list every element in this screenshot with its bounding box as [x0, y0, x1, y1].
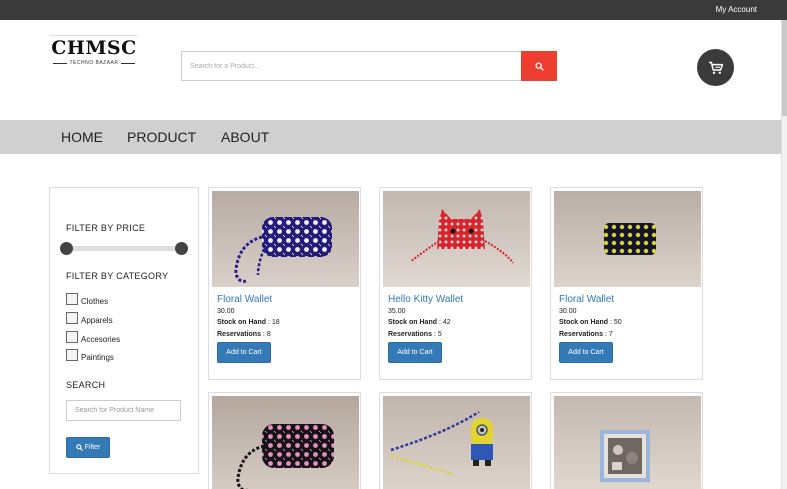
- search-heading: SEARCH: [66, 380, 106, 390]
- product-reservations: Reservations : 7: [559, 331, 613, 338]
- category-accesories-label: Accesories: [81, 335, 121, 344]
- product-image[interactable]: [554, 191, 701, 287]
- product-search-input[interactable]: [181, 51, 521, 81]
- category-clothes-label: Clothes: [81, 297, 109, 306]
- price-filter-heading: FILTER BY PRICE: [66, 223, 146, 233]
- reservations-label: Reservations: [559, 331, 603, 338]
- category-apparels-label: Apparels: [81, 316, 113, 325]
- product-stock: Stock on Hand : 18: [217, 319, 280, 326]
- product-image[interactable]: [383, 191, 530, 287]
- category-apparels-checkbox[interactable]: [66, 312, 78, 324]
- stock-value: 50: [613, 319, 622, 326]
- search-button[interactable]: [521, 51, 557, 81]
- logo-tagline: TECHNO BAZAAR: [69, 60, 119, 66]
- category-paintings-checkbox[interactable]: [66, 349, 78, 361]
- product-image[interactable]: [383, 396, 530, 489]
- product-title[interactable]: Hello Kitty Wallet: [388, 294, 463, 305]
- product-price: 30.00: [559, 308, 577, 315]
- reservations-label: Reservations: [388, 331, 432, 338]
- product-title[interactable]: Floral Wallet: [559, 294, 614, 305]
- nav-about[interactable]: ABOUT: [221, 129, 269, 145]
- price-slider[interactable]: [60, 242, 188, 255]
- nav-home[interactable]: HOME: [61, 129, 103, 145]
- scrollbar-thumb[interactable]: [782, 20, 787, 116]
- logo-tagline-row: TECHNO BAZAAR: [50, 60, 138, 66]
- header: CHMSC TECHNO BAZAAR: [0, 20, 781, 120]
- product-image[interactable]: [212, 191, 359, 287]
- product-stock: Stock on Hand : 50: [559, 319, 622, 326]
- product-reservations: Reservations : 8: [217, 331, 271, 338]
- stock-label: Stock on Hand: [217, 319, 267, 326]
- category-clothes[interactable]: Clothes: [66, 292, 108, 306]
- reservations-value: 5: [437, 331, 442, 338]
- price-slider-track: [66, 246, 188, 251]
- product-card: Floral Wallet 30.00 Stock on Hand : 50 R…: [550, 187, 703, 380]
- category-accesories-checkbox[interactable]: [66, 331, 78, 343]
- product-image[interactable]: [554, 396, 701, 489]
- product-stock: Stock on Hand : 42: [388, 319, 451, 326]
- product-price: 35.00: [388, 308, 406, 315]
- filter-button-label: Filter: [84, 444, 101, 451]
- filter-panel: FILTER BY PRICE FILTER BY CATEGORY Cloth…: [49, 187, 199, 474]
- reservations-value: 8: [266, 331, 271, 338]
- stock-label: Stock on Hand: [559, 319, 609, 326]
- product-search: [181, 51, 557, 81]
- product-reservations: Reservations : 5: [388, 331, 442, 338]
- add-to-cart-button[interactable]: Add to Cart: [217, 342, 271, 363]
- logo-line-right: [120, 62, 135, 64]
- nav-product[interactable]: PRODUCT: [127, 129, 196, 145]
- page: My Account CHMSC TECHNO BAZAAR Search fo…: [0, 0, 787, 489]
- reservations-label: Reservations: [217, 331, 261, 338]
- cart-icon: [708, 61, 723, 74]
- product-title[interactable]: Floral Wallet: [217, 294, 272, 305]
- category-filter-heading: FILTER BY CATEGORY: [66, 271, 169, 281]
- logo[interactable]: CHMSC TECHNO BAZAAR: [50, 35, 138, 85]
- add-to-cart-button[interactable]: Add to Cart: [559, 342, 613, 363]
- product-image[interactable]: [212, 396, 359, 489]
- cart-button[interactable]: [697, 49, 734, 86]
- category-clothes-checkbox[interactable]: [66, 293, 78, 305]
- product-price: 30.00: [217, 308, 235, 315]
- scrollbar[interactable]: [781, 20, 787, 489]
- main-nav: HOME PRODUCT ABOUT: [0, 120, 781, 154]
- stock-value: 42: [442, 319, 451, 326]
- product-card: Hello Kitty Wallet 35.00 Stock on Hand :…: [379, 187, 532, 380]
- search-icon: [534, 61, 544, 71]
- category-accesories[interactable]: Accesories: [66, 330, 120, 344]
- category-paintings-label: Paintings: [81, 353, 114, 362]
- product-card: [208, 392, 361, 489]
- price-slider-min-handle[interactable]: [60, 242, 73, 255]
- category-paintings[interactable]: Paintings: [66, 348, 114, 362]
- price-slider-max-handle[interactable]: [175, 242, 188, 255]
- logo-name: CHMSC: [51, 37, 137, 59]
- product-card: Floral Wallet 30.00 Stock on Hand : 18 R…: [208, 187, 361, 380]
- product-card: [379, 392, 532, 489]
- stock-label: Stock on Hand: [388, 319, 438, 326]
- product-name-search-input[interactable]: [66, 400, 181, 421]
- logo-line-left: [53, 62, 68, 64]
- product-card: [550, 392, 703, 489]
- category-apparels[interactable]: Apparels: [66, 311, 113, 325]
- add-to-cart-button[interactable]: Add to Cart: [388, 342, 442, 363]
- search-icon: [75, 444, 83, 451]
- reservations-value: 7: [608, 331, 613, 338]
- logo-divider: [50, 35, 138, 36]
- my-account-link[interactable]: My Account: [716, 5, 757, 14]
- filter-button[interactable]: Filter: [66, 437, 110, 458]
- stock-value: 18: [271, 319, 280, 326]
- top-bar: My Account: [0, 0, 787, 20]
